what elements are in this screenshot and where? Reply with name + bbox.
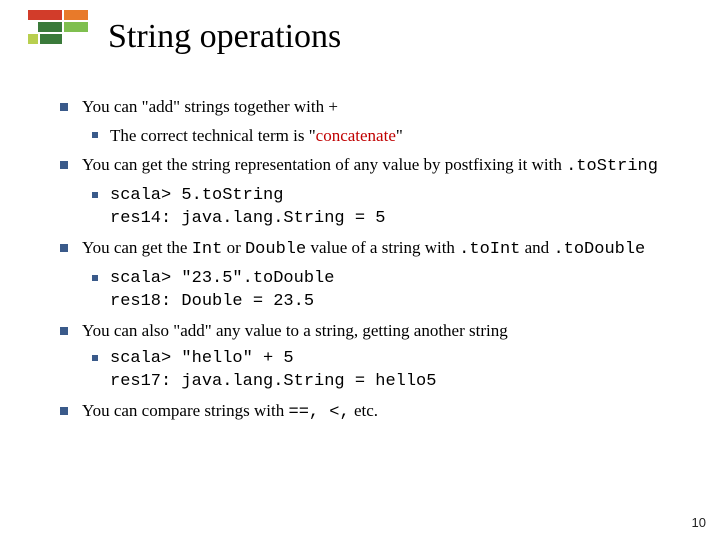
repl-hello: scala> "hello" + 5 res17: java.lang.Stri… xyxy=(60,348,690,394)
repl-todouble: scala> "23.5".toDouble res18: Double = 2… xyxy=(60,268,690,314)
repl1-line2: res14: java.lang.String = 5 xyxy=(110,209,385,228)
bullet-add-strings: You can "add" strings together with + xyxy=(60,96,690,119)
bullet-technical-term: The correct technical term is "concatena… xyxy=(60,125,690,148)
slide-title: String operations xyxy=(108,18,341,56)
compare-post: etc. xyxy=(350,401,378,420)
bullet-add-any: You can also "add" any value to a string… xyxy=(60,320,690,343)
tostring-code: .toString xyxy=(566,157,658,176)
bullet-compare: You can compare strings with ==, <, etc. xyxy=(60,400,690,425)
bullet-int-double: You can get the Int or Double value of a… xyxy=(60,237,690,262)
compare-code: ==, <, xyxy=(289,403,350,422)
int-code: Int xyxy=(192,240,223,259)
compare-pre: You can compare strings with xyxy=(82,401,289,420)
tostring-text: You can get the string representation of… xyxy=(82,155,566,174)
bullet-tostring: You can get the string representation of… xyxy=(60,154,690,179)
tech-term-post: " xyxy=(396,126,403,145)
repl3-line1: scala> "hello" + 5 xyxy=(110,349,294,368)
repl1-line1: scala> 5.toString xyxy=(110,186,283,205)
slide-content: You can "add" strings together with + Th… xyxy=(60,96,690,431)
double-code: Double xyxy=(245,240,306,259)
int-dbl-mid2: value of a string with xyxy=(306,238,459,257)
slide-logo xyxy=(28,10,88,63)
repl-tostring: scala> 5.toString res14: java.lang.Strin… xyxy=(60,185,690,231)
repl2-line1: scala> "23.5".toDouble xyxy=(110,269,334,288)
todouble-code: .toDouble xyxy=(553,240,645,259)
tech-term-highlight: concatenate xyxy=(316,126,396,145)
int-dbl-pre: You can get the xyxy=(82,238,192,257)
int-dbl-mid1: or xyxy=(222,238,245,257)
int-dbl-and: and xyxy=(520,238,553,257)
repl2-line2: res18: Double = 23.5 xyxy=(110,292,314,311)
page-number: 10 xyxy=(692,515,706,530)
toint-code: .toInt xyxy=(459,240,520,259)
tech-term-pre: The correct technical term is " xyxy=(110,126,316,145)
repl3-line2: res17: java.lang.String = hello5 xyxy=(110,372,436,391)
